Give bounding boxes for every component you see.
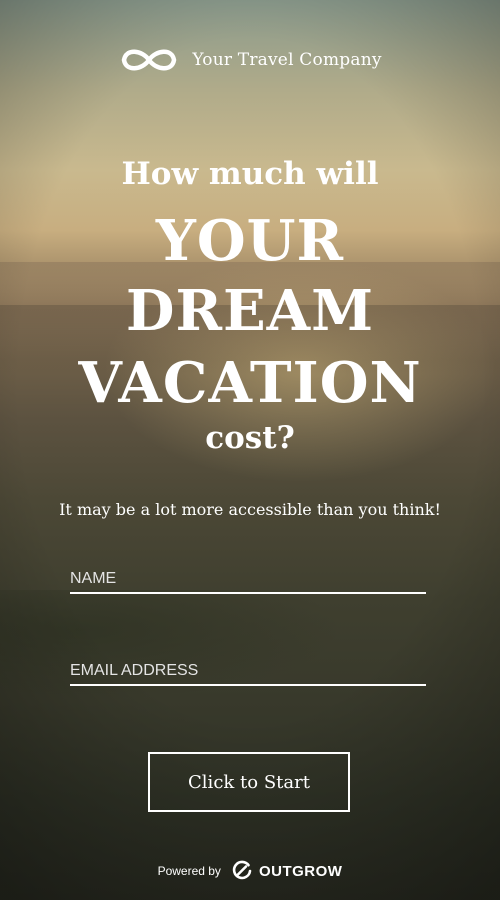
headline-line-2: YOUR — [155, 208, 345, 274]
infinity-icon — [122, 49, 177, 71]
start-button[interactable]: Click to Start — [148, 752, 350, 812]
headline-line-4: VACATION — [78, 350, 422, 416]
outgrow-name: OUTGROW — [258, 862, 343, 880]
headline-line-3: DREAM — [125, 278, 375, 344]
outgrow-logo[interactable]: OUTGROW — [231, 860, 343, 882]
email-input[interactable] — [70, 662, 426, 680]
subtitle: It may be a lot more accessible than you… — [59, 500, 441, 519]
powered-by: Powered by OUTGROW — [0, 860, 500, 882]
headline-line-1: How much will — [121, 156, 379, 192]
powered-by-label: Powered by — [157, 864, 221, 878]
brand-name: Your Travel Company — [192, 50, 382, 70]
brand-header: Your Travel Company — [0, 44, 500, 76]
headline-line-5: cost? — [205, 420, 295, 456]
name-input[interactable] — [70, 570, 426, 588]
email-field — [70, 660, 426, 686]
landing-card: Your Travel Company How much will YOUR D… — [0, 0, 500, 900]
outgrow-logo-icon — [232, 860, 252, 880]
name-field — [70, 568, 426, 594]
